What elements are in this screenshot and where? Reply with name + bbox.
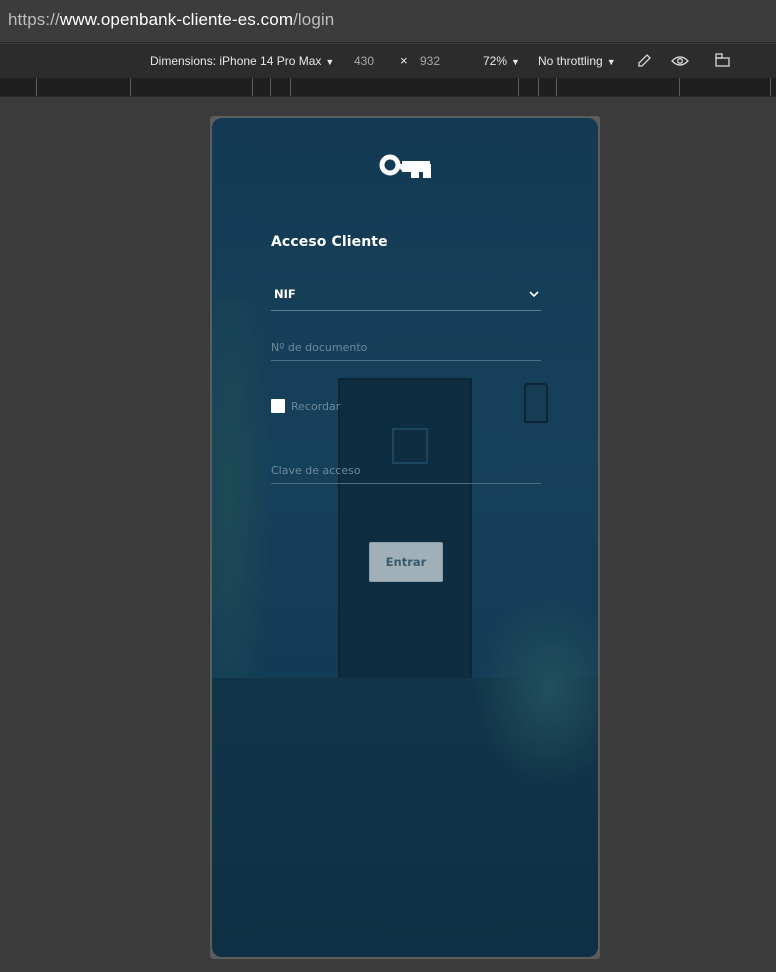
- throttling-label: No throttling: [538, 54, 603, 68]
- url-host: www.openbank-cliente-es.com: [59, 10, 294, 29]
- remember-label: Recordar: [291, 400, 341, 413]
- password-input[interactable]: [271, 457, 541, 484]
- device-dimensions-label: Dimensions: iPhone 14 Pro Max: [150, 54, 322, 68]
- caret-down-icon: ▼: [511, 57, 520, 67]
- caret-down-icon: ▼: [325, 57, 335, 67]
- ruler-tick: [270, 78, 271, 96]
- background-door: [338, 378, 472, 682]
- dimension-separator: ×: [400, 53, 408, 68]
- rotate-device-icon[interactable]: [714, 53, 732, 69]
- ruler-tick: [130, 78, 131, 96]
- ruler-tick: [518, 78, 519, 96]
- device-height-input[interactable]: 932: [420, 54, 440, 68]
- ruler-tick: [556, 78, 557, 96]
- zoom-dropdown[interactable]: 72% ▼: [483, 54, 520, 68]
- ruler-tick: [538, 78, 539, 96]
- background-lamp: [524, 383, 548, 423]
- document-type-select[interactable]: NIF: [271, 282, 541, 311]
- throttling-dropdown[interactable]: No throttling ▼: [538, 54, 616, 68]
- page-title: Acceso Cliente: [271, 234, 388, 250]
- zoom-label: 72%: [483, 54, 508, 68]
- device-toolbar: Dimensions: iPhone 14 Pro Max ▼ 430 × 932…: [0, 44, 776, 78]
- ruler-tick: [770, 78, 771, 96]
- background-bench-plants: [472, 588, 598, 788]
- login-screen: Acceso Cliente NIF Recordar Entrar: [212, 118, 598, 957]
- url-text[interactable]: https://www.openbank-cliente-es.com/logi…: [8, 10, 334, 30]
- ruler-tick: [36, 78, 37, 96]
- document-number-input[interactable]: [271, 334, 541, 361]
- ruler-tick: [290, 78, 291, 96]
- chevron-down-icon: [529, 291, 539, 298]
- url-scheme: https://: [8, 10, 60, 29]
- caret-down-icon: ▼: [606, 57, 616, 67]
- url-path: /login: [293, 10, 335, 29]
- device-width-input[interactable]: 430: [354, 54, 374, 68]
- media-query-ruler[interactable]: [0, 78, 776, 97]
- browser-address-bar[interactable]: https://www.openbank-cliente-es.com/logi…: [0, 0, 776, 43]
- device-frame: Acceso Cliente NIF Recordar Entrar: [210, 116, 600, 959]
- color-picker-icon[interactable]: [636, 53, 652, 69]
- device-dimensions-dropdown[interactable]: Dimensions: iPhone 14 Pro Max ▼: [150, 54, 334, 68]
- eye-icon[interactable]: [671, 54, 689, 68]
- document-type-value: NIF: [274, 287, 296, 301]
- key-logo-icon: [379, 154, 431, 178]
- ruler-tick: [679, 78, 680, 96]
- ruler-tick: [252, 78, 253, 96]
- submit-button[interactable]: Entrar: [369, 542, 443, 582]
- remember-checkbox[interactable]: [271, 399, 285, 413]
